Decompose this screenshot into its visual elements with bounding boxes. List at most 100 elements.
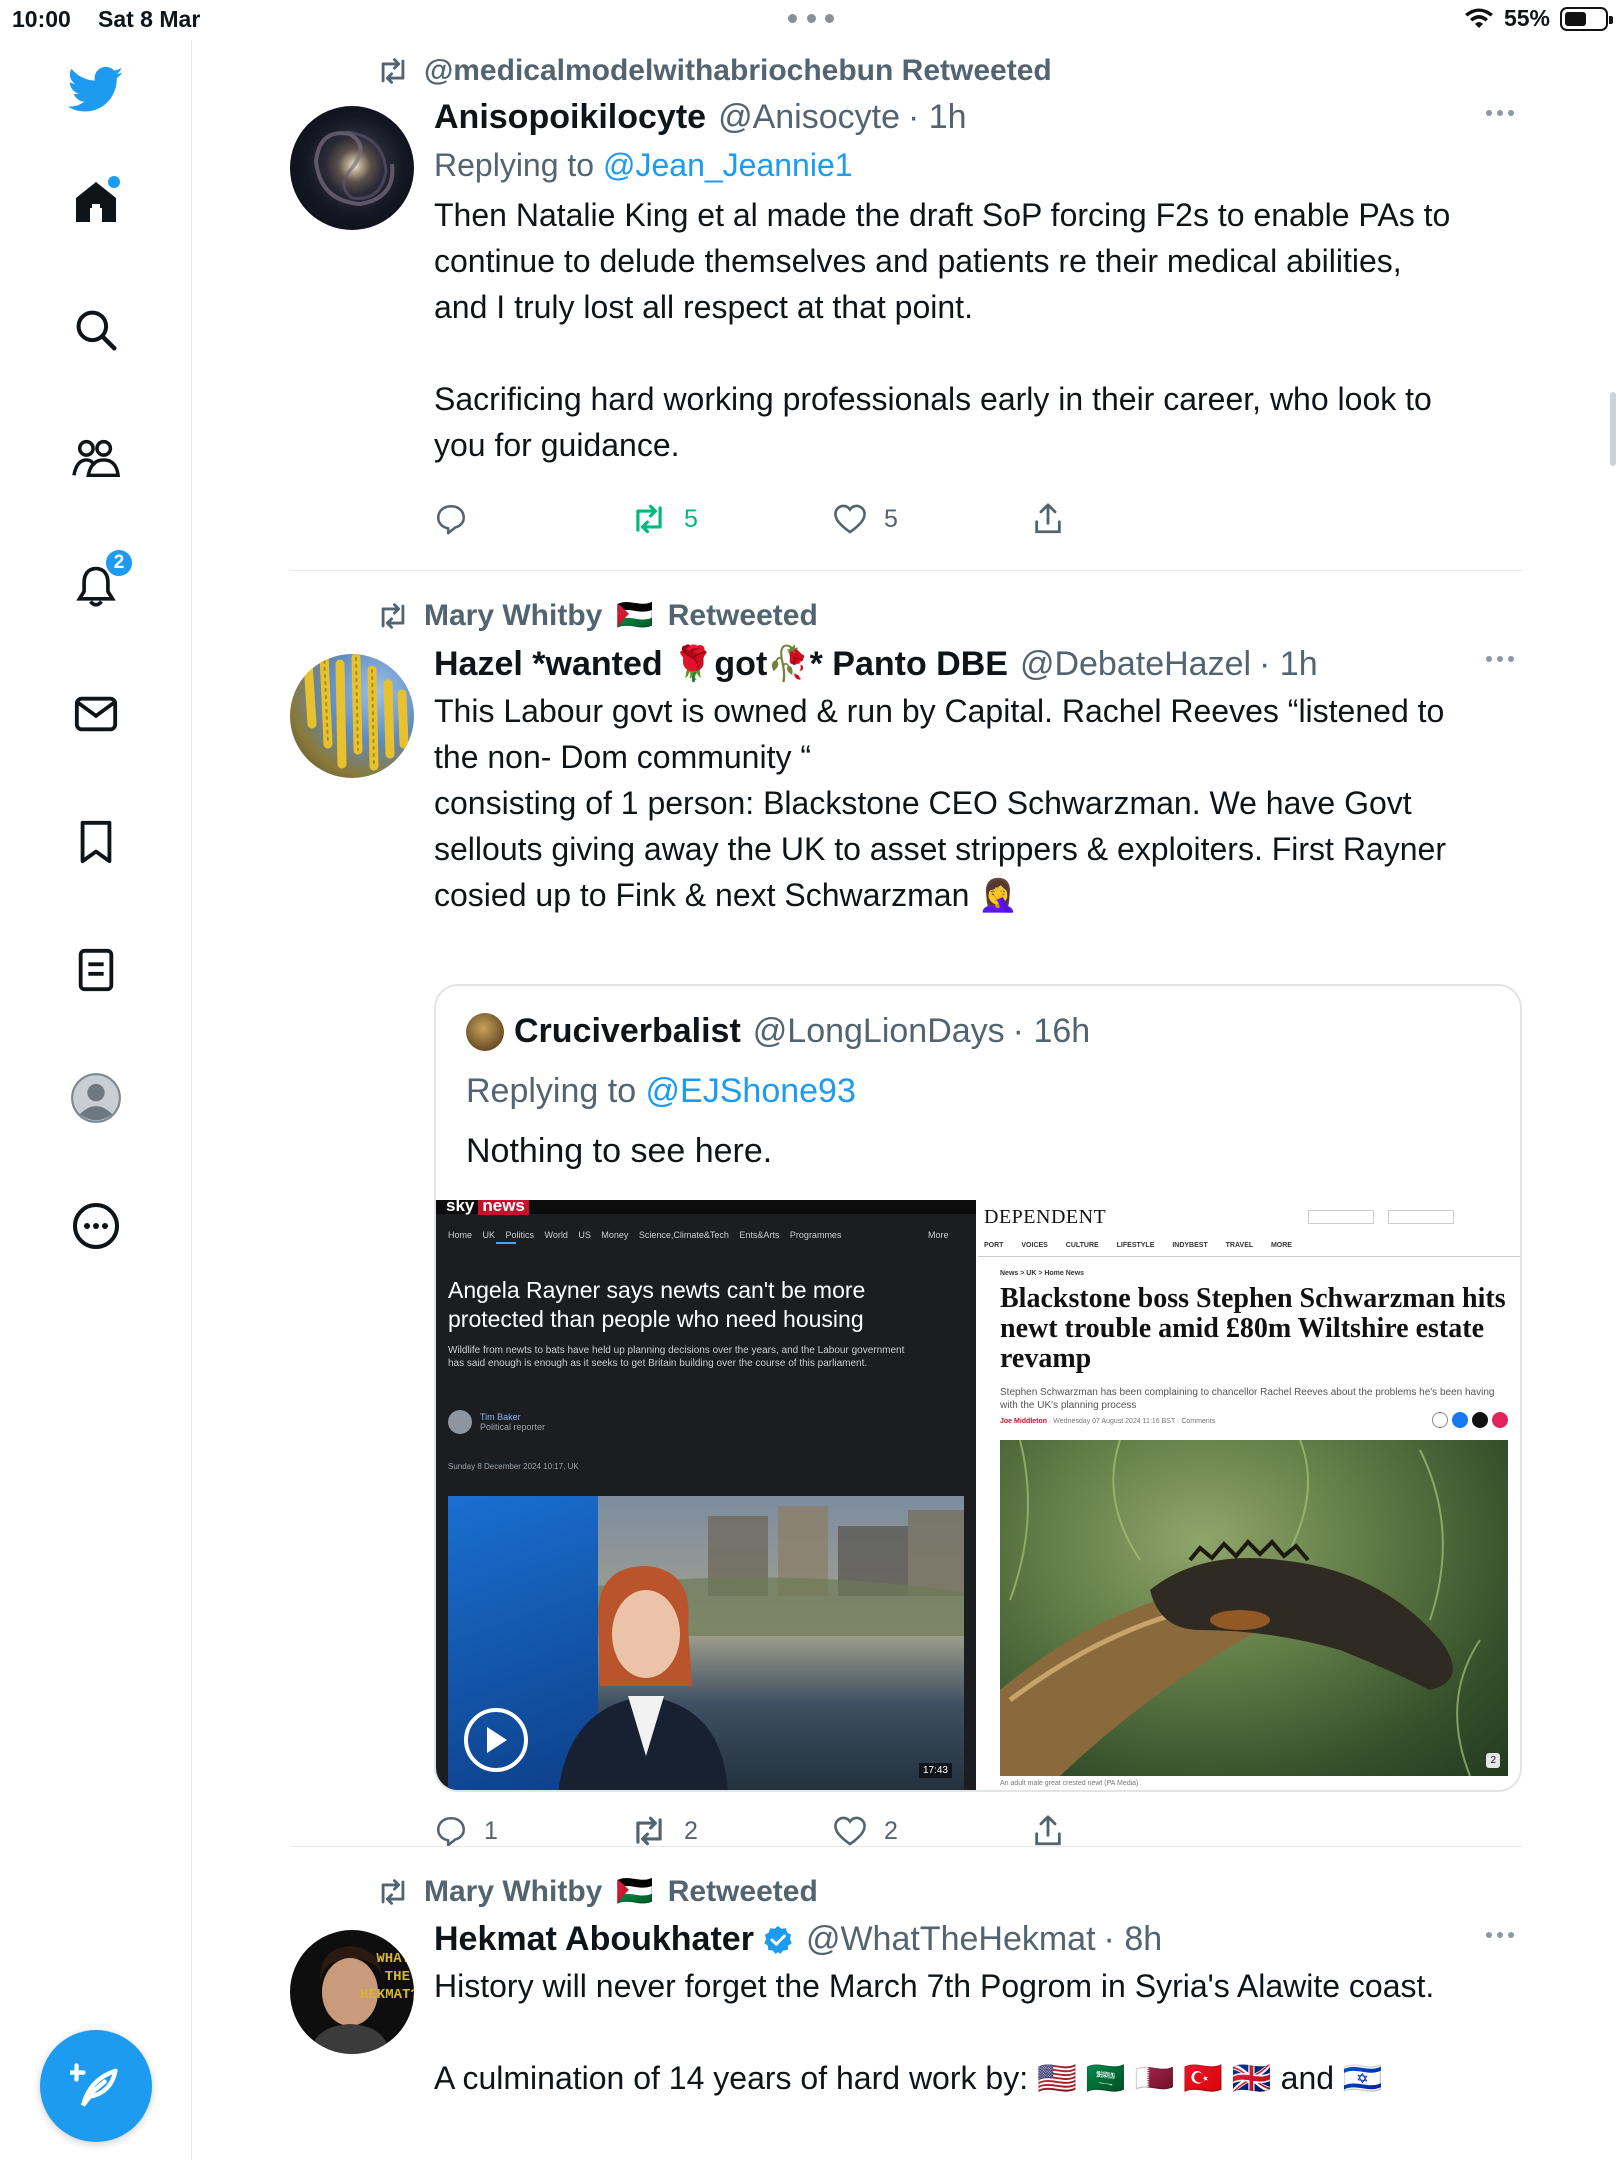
sidebar-item-messages[interactable] (66, 684, 126, 744)
retweeted-by-label[interactable]: @medicalmodelwithabriochebun Retweeted (424, 54, 1052, 88)
retweeted-label: Retweeted (667, 1874, 818, 1908)
battery-percent: 55% (1503, 5, 1550, 31)
sky-nav-more: More (928, 1230, 949, 1240)
more-options-icon[interactable] (1486, 1932, 1514, 1938)
status-time: 10:00 (12, 6, 71, 32)
play-icon[interactable] (464, 1708, 528, 1772)
retweeted-by-flag: 🇵🇸 (616, 599, 654, 632)
more-icon (73, 1203, 119, 1249)
author-handle[interactable]: @WhatTheHekmat (806, 1920, 1096, 1959)
sidebar-item-notifications[interactable]: 2 (66, 548, 134, 616)
tweet-text-line: consisting of 1 person: Blackstone CEO S… (434, 785, 1412, 821)
retweet-icon (636, 1816, 662, 1846)
independent-author: Joe Middleton (1000, 1418, 1048, 1425)
independent-meta: Joe Middleton · Wednesday 07 August 2024… (1000, 1418, 1216, 1425)
sidebar-item-home[interactable] (66, 172, 126, 232)
retweet-button[interactable]: 5 (630, 503, 832, 535)
tweet-text-line: cosied up to Fink & next Schwarzman 🤦‍♀️ (434, 877, 1019, 913)
tweet-text-line: you for guidance. (434, 427, 680, 463)
sky-logo-tag: news (478, 1200, 529, 1215)
author-name[interactable]: Anisopoikilocyte (434, 98, 706, 137)
reply-button[interactable] (434, 502, 630, 536)
profile-icon (71, 1073, 121, 1123)
quoted-replying-to: Replying to @EJShone93 (466, 1072, 856, 1111)
retweet-count: 2 (684, 1816, 698, 1845)
video-person (558, 1566, 728, 1790)
quoted-author-handle[interactable]: @LongLionDays (753, 1012, 1005, 1051)
independent-standfirst: Stephen Schwarzman has been complaining … (1000, 1387, 1495, 1411)
tweet[interactable]: Mary Whitby 🇵🇸 Retweeted WHAT THE HEKMAT… (290, 1846, 1522, 2160)
sidebar-item-bookmarks[interactable] (66, 812, 126, 872)
sidebar-item-profile[interactable] (66, 1068, 126, 1128)
twitter-logo-icon[interactable] (66, 60, 126, 120)
author-handle[interactable]: @DebateHazel (1020, 645, 1251, 684)
retweeted-by-name[interactable]: Mary Whitby (424, 1875, 602, 1909)
sidebar-item-communities[interactable] (66, 428, 126, 488)
share-icons (1432, 1412, 1508, 1428)
quoted-tweet[interactable]: Cruciverbalist @LongLionDays · 16h Reply… (434, 984, 1522, 1792)
photo-count: 2 (1486, 1753, 1500, 1768)
media-image-sky-news[interactable]: sky news Home UK Politics World US Money … (436, 1200, 976, 1790)
quoted-media: sky news Home UK Politics World US Money … (436, 1200, 1520, 1790)
author-handle[interactable]: @Anisocyte (718, 98, 900, 137)
more-options-icon[interactable] (1486, 656, 1514, 662)
sidebar-item-explore[interactable] (66, 300, 126, 360)
author-name[interactable]: Hazel *wanted 🌹got🥀* Panto DBE (434, 644, 1008, 684)
avatar[interactable] (290, 654, 414, 778)
status-bar: 10:00 Sat 8 Mar 55% (0, 0, 1620, 40)
author-name[interactable]: Hekmat Aboukhater (434, 1920, 754, 1959)
sidebar-item-more[interactable] (66, 1196, 126, 1256)
sidebar-item-lists[interactable] (66, 940, 126, 1000)
avatar[interactable] (290, 106, 414, 230)
tweet-text-line: This Labour govt is owned & run by Capit… (434, 693, 1445, 729)
heart-icon (834, 1816, 866, 1846)
tweet[interactable]: Mary Whitby 🇵🇸 Retweeted Hazel *wanted 🌹… (290, 570, 1522, 1848)
media-image-independent[interactable]: DEPENDENT PORT VOICES CULTURE LIFESTYLE … (976, 1200, 1520, 1790)
independent-breadcrumb: News > UK > Home News (1000, 1270, 1085, 1277)
tweet-time[interactable]: · 8h (1104, 1920, 1163, 1959)
share-button[interactable] (1032, 502, 1064, 536)
replying-prefix: Replying to (466, 1072, 646, 1110)
tweet-text-line: continue to delude themselves and patien… (434, 243, 1402, 279)
like-count: 2 (884, 1816, 898, 1845)
communities-icon (72, 439, 121, 478)
share-button[interactable] (1032, 1814, 1064, 1848)
tweet-text-line: and I truly lost all respect at that poi… (434, 289, 973, 325)
notification-badge: 2 (104, 548, 134, 578)
video-duration: 17:43 (918, 1763, 952, 1778)
quoted-avatar[interactable] (466, 1012, 504, 1051)
reply-target-link[interactable]: @Jean_Jeannie1 (603, 147, 853, 183)
like-button[interactable]: 5 (832, 503, 1032, 535)
like-count: 5 (884, 504, 898, 533)
tweet-time[interactable]: · 1h (1259, 645, 1318, 684)
retweeted-label: Retweeted (667, 598, 818, 632)
tweet-text-line: sellouts giving away the UK to asset str… (434, 831, 1446, 867)
sky-video-thumbnail[interactable]: 17:43 (448, 1496, 964, 1790)
quoted-reply-target-link[interactable]: @EJShone93 (646, 1072, 856, 1110)
retweeted-by-name[interactable]: Mary Whitby (424, 599, 602, 633)
reply-button[interactable]: 1 (434, 1814, 630, 1848)
sky-author-avatar (448, 1410, 472, 1434)
avatar[interactable]: WHAT THE HEKMAT? (290, 1930, 414, 2054)
quoted-tweet-time: · 16h (1012, 1012, 1091, 1050)
search-icon (76, 310, 117, 351)
more-options-icon[interactable] (1486, 110, 1514, 116)
reply-icon (436, 504, 466, 535)
tweet[interactable]: @medicalmodelwithabriochebun Retweeted A… (290, 40, 1522, 570)
tweet-actions: 1 2 2 (434, 1814, 1064, 1848)
scroll-indicator[interactable] (1610, 392, 1616, 466)
retweet-button[interactable]: 2 (630, 1815, 832, 1847)
sky-news-logo: sky news (446, 1200, 529, 1216)
compose-tweet-button[interactable] (40, 2030, 152, 2142)
tweet-time[interactable]: · 1h (908, 98, 967, 137)
share-icon (1035, 1815, 1061, 1846)
sky-headline: Angela Rayner says newts can't be more p… (448, 1277, 866, 1332)
quoted-author-name[interactable]: Cruciverbalist (514, 1012, 741, 1051)
multitask-dots-icon[interactable] (788, 14, 834, 24)
retweet-icon (381, 602, 405, 629)
retweet-context: Mary Whitby 🇵🇸 Retweeted (376, 598, 818, 633)
status-date: Sat 8 Mar (98, 6, 201, 32)
retweeted-by-flag: 🇵🇸 (616, 1875, 654, 1908)
like-button[interactable]: 2 (832, 1815, 1032, 1847)
sky-date: Sunday 8 December 2024 10:17, UK (448, 1462, 579, 1471)
